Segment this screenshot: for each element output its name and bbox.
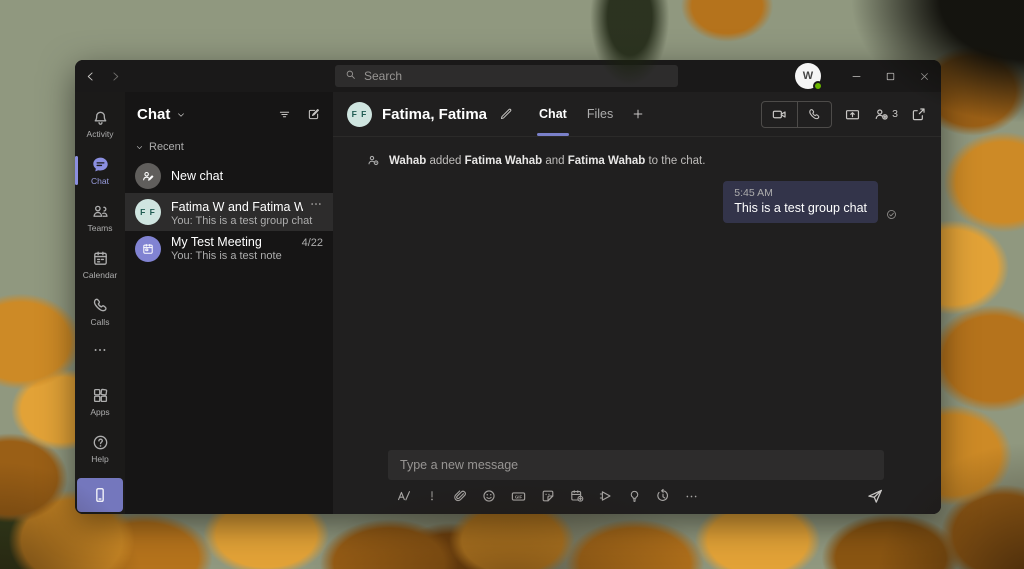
chat-list-item-new-chat[interactable]: New chat	[125, 159, 333, 193]
add-tab-button[interactable]	[623, 92, 653, 136]
rail-item-calls[interactable]: Calls	[75, 288, 125, 335]
phone-icon	[91, 296, 110, 315]
rail-item-help[interactable]: Help	[75, 425, 125, 472]
calendar-icon	[91, 249, 110, 268]
close-button[interactable]	[907, 60, 941, 92]
more-dots-icon	[92, 342, 108, 358]
new-chat-button[interactable]	[306, 107, 321, 122]
chat-item-date: 4/22	[301, 237, 323, 249]
new-chat-avatar	[135, 163, 161, 189]
rail-item-activity[interactable]: Activity	[75, 100, 125, 147]
gif-button[interactable]: GIF	[510, 488, 527, 505]
titlebar: Search W	[75, 60, 941, 92]
apps-grid-icon	[91, 386, 110, 405]
chat-bubble-icon	[91, 155, 110, 174]
chat-title: Fatima, Fatima	[382, 105, 488, 123]
message-text: This is a test group chat	[734, 201, 867, 215]
teams-people-icon	[91, 202, 110, 221]
desktop-background: Search W Activity Chat Teams Calendar Ca…	[0, 0, 1024, 569]
praise-button[interactable]	[627, 489, 642, 504]
share-screen-button[interactable]	[844, 106, 861, 123]
message-canvas: Wahab added Fatima Wahab and Fatima Waha…	[333, 137, 941, 450]
edit-chat-name-icon[interactable]	[499, 107, 513, 121]
tab-chat[interactable]: Chat	[529, 92, 577, 136]
rail-item-calendar[interactable]: Calendar	[75, 241, 125, 288]
compose-placeholder: Type a new message	[400, 458, 519, 472]
video-call-button[interactable]	[762, 102, 797, 127]
delay-send-button[interactable]	[655, 488, 671, 504]
filter-button[interactable]	[277, 107, 292, 122]
format-button[interactable]	[396, 488, 412, 504]
compose-more-button[interactable]	[684, 489, 699, 504]
teams-window: Search W Activity Chat Teams Calendar Ca…	[75, 60, 941, 514]
attach-file-button[interactable]	[452, 488, 468, 504]
message-row: 5:45 AM This is a test group chat	[366, 181, 921, 223]
message-input[interactable]: Type a new message	[388, 450, 884, 480]
presence-available-icon	[813, 81, 823, 91]
call-button-group	[761, 100, 833, 128]
maximize-button[interactable]	[873, 60, 907, 92]
meeting-avatar	[135, 235, 161, 262]
message-timestamp: 5:45 AM	[734, 187, 773, 199]
rail-item-chat[interactable]: Chat	[75, 147, 125, 194]
chat-header-avatar: F F	[347, 101, 372, 127]
rail-item-teams[interactable]: Teams	[75, 194, 125, 241]
read-receipt-icon	[885, 208, 898, 221]
system-message: Wahab added Fatima Wahab and Fatima Waha…	[366, 153, 921, 168]
tab-files[interactable]: Files	[577, 92, 623, 136]
forward-button[interactable]	[109, 70, 122, 83]
send-message-button[interactable]	[866, 487, 884, 505]
search-icon	[344, 68, 357, 84]
help-question-icon	[91, 433, 110, 452]
chat-list-item-group-chat[interactable]: F F Fatima W and Fatima W You: This is a…	[125, 193, 333, 231]
emoji-button[interactable]	[481, 488, 497, 504]
back-button[interactable]	[84, 70, 97, 83]
chat-list-panel: Chat Recent New chat F F Fatima W and Fa…	[125, 92, 333, 514]
sent-message-bubble[interactable]: 5:45 AM This is a test group chat	[723, 181, 878, 223]
stream-button[interactable]	[598, 488, 614, 504]
audio-call-button[interactable]	[798, 103, 831, 126]
pop-out-chat-button[interactable]	[910, 106, 927, 123]
chat-list-title: Chat	[137, 106, 171, 123]
get-mobile-app-button[interactable]	[77, 478, 123, 512]
activity-bell-icon	[91, 108, 110, 127]
rail-item-apps[interactable]: Apps	[75, 378, 125, 425]
person-added-icon	[366, 153, 381, 168]
svg-text:GIF: GIF	[515, 494, 523, 499]
chat-list-item-meeting[interactable]: My Test Meeting 4/22 You: This is a test…	[125, 231, 333, 266]
app-rail: Activity Chat Teams Calendar Calls Apps …	[75, 92, 125, 514]
chat-header: F F Fatima, Fatima Chat Files 3	[333, 92, 941, 137]
delivery-options-button[interactable]	[425, 489, 439, 503]
chat-main-panel: F F Fatima, Fatima Chat Files 3 Wahab ad…	[333, 92, 941, 514]
group-chat-avatar: F F	[135, 199, 161, 225]
chat-item-more-icon[interactable]	[309, 197, 323, 211]
rail-more-button[interactable]	[75, 335, 125, 365]
chat-filter-dropdown[interactable]	[176, 110, 186, 120]
recent-section-toggle[interactable]: Recent	[125, 137, 333, 159]
search-placeholder: Search	[364, 69, 403, 83]
compose-toolbar: GIF	[388, 487, 884, 505]
search-input[interactable]: Search	[335, 65, 678, 87]
sticker-button[interactable]	[540, 488, 556, 504]
compose-area: Type a new message GIF	[333, 450, 941, 514]
view-participants-button[interactable]: 3	[873, 106, 898, 123]
mobile-phone-icon	[91, 486, 109, 504]
user-avatar[interactable]: W	[795, 63, 823, 91]
participant-count: 3	[892, 108, 898, 120]
add-people-icon	[873, 106, 890, 123]
minimize-button[interactable]	[839, 60, 873, 92]
schedule-meeting-button[interactable]	[569, 488, 585, 504]
chevron-down-icon	[135, 143, 144, 152]
